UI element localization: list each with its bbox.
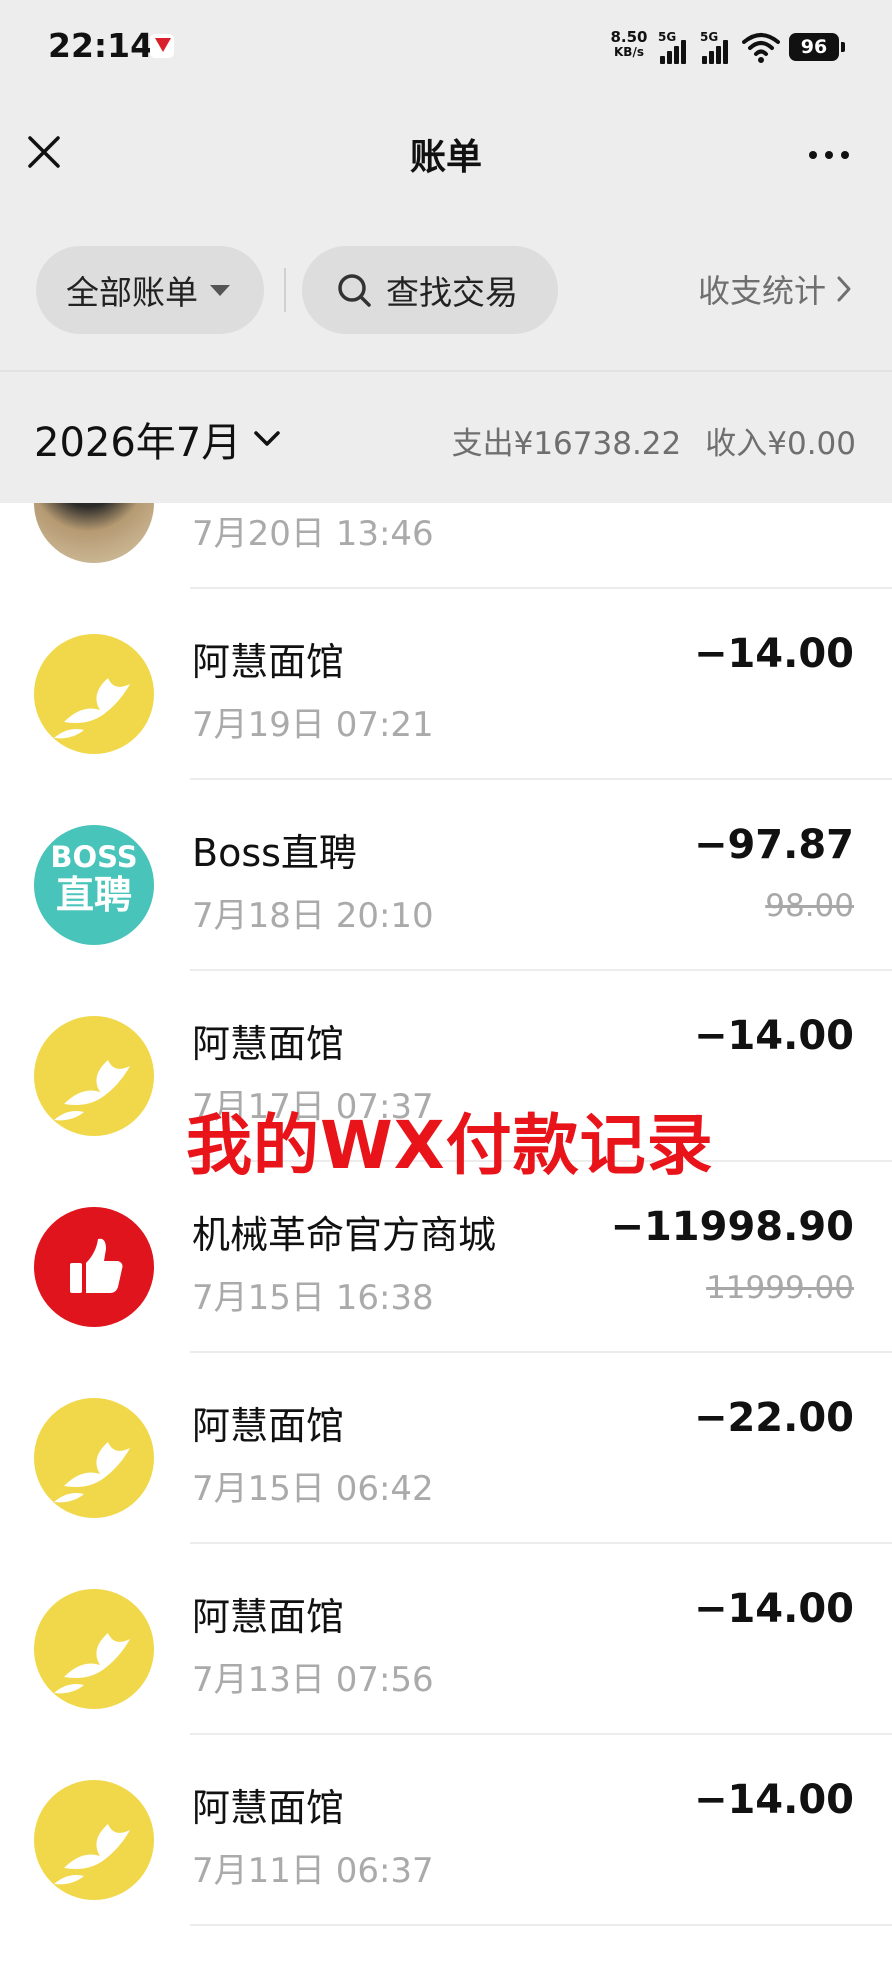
transaction-row[interactable]: 阿慧面馆 7月13日 07:56 −14.00 [0, 1544, 892, 1735]
transaction-amount: −14.00 [693, 1586, 854, 1632]
merchant-name: 阿慧面馆 [192, 640, 345, 684]
transaction-amount: −11998.90 [610, 1204, 854, 1250]
header-area: 22:14 8.50 KB/s 5G 5G 96 账单 全部账单 查找交易 收支… [0, 0, 892, 503]
transaction-row[interactable]: 阿慧面馆 7月11日 06:37 −14.00 [0, 1735, 892, 1926]
bird-logo-icon [34, 634, 154, 754]
filter-divider [284, 268, 286, 312]
month-selector[interactable]: 2026年7月 [34, 410, 281, 468]
wifi-icon [742, 33, 780, 63]
merchant-name: 阿慧面馆 [192, 1786, 345, 1830]
bird-logo-icon [34, 1780, 154, 1900]
month-label: 2026年7月 [34, 420, 242, 466]
status-bar: 22:14 8.50 KB/s 5G 5G 96 [0, 0, 892, 100]
boss-logo-icon: BOSS 直聘 [34, 825, 154, 945]
thumbs-up-icon [34, 1207, 154, 1327]
transaction-date: 7月15日 16:38 [192, 1278, 434, 1318]
status-time: 22:14 [48, 26, 154, 65]
boss-logo-line2: 直聘 [55, 873, 132, 917]
transaction-amount: −14.00 [693, 1777, 854, 1823]
transaction-date: 7月20日 13:46 [192, 514, 434, 554]
merchant-name: Boss直聘 [192, 831, 357, 875]
merchant-name: 阿慧面馆 [192, 1022, 345, 1066]
signal-label: 5G [658, 30, 677, 44]
transaction-date: 7月11日 06:37 [192, 1851, 434, 1891]
search-label: 查找交易 [386, 273, 518, 312]
transaction-row[interactable]: 阿慧面馆 7月19日 07:21 −14.00 [0, 589, 892, 780]
merchant-name: 阿慧面馆 [192, 1404, 345, 1448]
income-total: 收入¥0.00 [705, 426, 856, 462]
bird-logo-icon [34, 1016, 154, 1136]
signal-icon: 5G [700, 30, 736, 66]
transaction-date: 7月13日 07:56 [192, 1660, 434, 1700]
month-totals: 支出¥16738.22 收入¥0.00 [452, 418, 856, 463]
signal-icon: 5G [658, 30, 694, 66]
month-summary-row: 2026年7月 支出¥16738.22 收入¥0.00 [0, 370, 892, 505]
stats-link[interactable]: 收支统计 [698, 266, 852, 312]
bird-logo-icon [34, 1398, 154, 1518]
more-icon[interactable] [806, 140, 852, 170]
all-bills-label: 全部账单 [66, 273, 198, 312]
row-separator [190, 1924, 892, 1926]
transaction-amount: −97.87 [693, 822, 854, 868]
transaction-row[interactable]: BOSS 直聘 Boss直聘 7月18日 20:10 −97.87 98.00 [0, 780, 892, 971]
bird-logo-icon [34, 1589, 154, 1709]
transaction-amount: −14.00 [693, 1013, 854, 1059]
original-amount: 11999.00 [706, 1270, 854, 1306]
transaction-row[interactable]: 机械革命官方商城 7月15日 16:38 −11998.90 11999.00 [0, 1162, 892, 1353]
transaction-amount: −22.00 [693, 1395, 854, 1441]
search-transactions-button[interactable]: 查找交易 [302, 246, 558, 334]
transaction-date: 7月18日 20:10 [192, 896, 434, 936]
app-notification-icon [150, 34, 174, 58]
transaction-amount: −14.00 [693, 631, 854, 677]
expense-total: 支出¥16738.22 [451, 426, 682, 462]
chevron-down-icon [254, 431, 280, 446]
watermark-text: 我的WX付款记录 [186, 1107, 714, 1184]
merchant-name: 机械革命官方商城 [192, 1213, 497, 1257]
original-amount: 98.00 [765, 888, 854, 924]
caret-down-icon [210, 284, 230, 296]
chevron-right-icon [837, 276, 851, 302]
merchant-name: 阿慧面馆 [192, 1595, 345, 1639]
search-icon [338, 274, 371, 307]
merchant-avatar [34, 503, 154, 563]
network-speed-unit: KB/s [614, 45, 644, 59]
transaction-row[interactable]: 7月20日 13:46 [0, 503, 892, 589]
signal-label: 5G [700, 30, 719, 44]
boss-logo-line1: BOSS [50, 840, 138, 874]
page-title: 账单 [409, 137, 482, 178]
transaction-row[interactable]: 阿慧面馆 7月15日 06:42 −22.00 [0, 1353, 892, 1544]
stats-label: 收支统计 [697, 272, 826, 310]
network-speed-value: 8.50 [610, 28, 648, 46]
battery-indicator: 96 [789, 33, 845, 61]
transaction-date: 7月15日 06:42 [192, 1469, 434, 1509]
all-bills-filter[interactable]: 全部账单 [36, 246, 264, 334]
network-speed: 8.50 KB/s [606, 30, 652, 60]
transaction-date: 7月19日 07:21 [192, 705, 434, 745]
transaction-list: 7月20日 13:46 阿慧面馆 7月19日 07:21 −14.00 BOSS… [0, 503, 892, 1961]
